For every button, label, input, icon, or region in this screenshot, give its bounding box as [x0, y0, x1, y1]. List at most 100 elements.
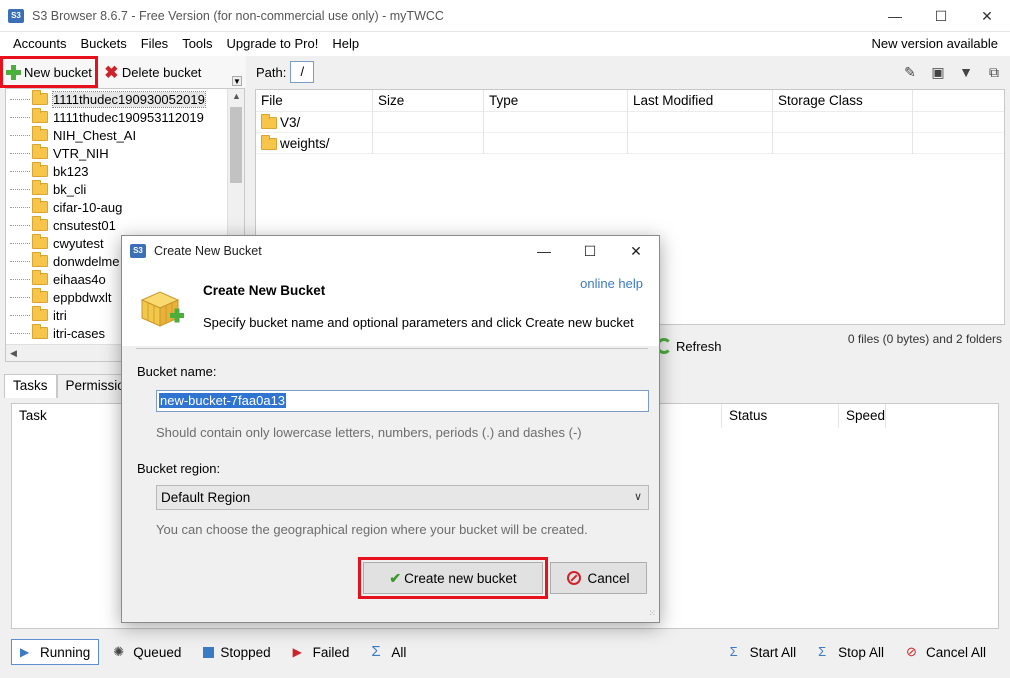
bucket-region-hint: You can choose the geographical region w…: [156, 522, 588, 537]
bucket-item[interactable]: 1111thudec190953112019: [6, 108, 228, 126]
status-bar: ▶ Running ✺ Queued Stopped ▶ Failed Σ Al…: [0, 636, 1010, 668]
menu-files[interactable]: Files: [134, 32, 175, 56]
start-all-icon: Σ: [729, 644, 738, 659]
play-icon: ▶: [20, 645, 30, 659]
folder-icon: [32, 234, 48, 249]
folder-icon: [32, 270, 48, 285]
dialog-heading: Create New Bucket: [203, 283, 326, 298]
filter-all-button[interactable]: Σ All: [363, 639, 414, 665]
app-icon: S3: [130, 244, 146, 258]
scroll-thumb[interactable]: [230, 107, 242, 183]
bucket-toolbar: New bucket ✖ Delete bucket ▼: [0, 56, 246, 88]
failed-icon: ▶: [292, 645, 302, 659]
file-row[interactable]: V3/: [256, 112, 1004, 133]
maximize-button[interactable]: ☐: [918, 0, 964, 32]
column-last-modified[interactable]: Last Modified: [628, 90, 773, 112]
create-bucket-dialog: S3 Create New Bucket — ☐ ✕ Create New Bu…: [121, 235, 660, 623]
new-bucket-button[interactable]: New bucket: [0, 56, 98, 88]
cancel-all-button[interactable]: ⊘ Cancel All: [898, 639, 994, 665]
resize-grip-icon[interactable]: ⁙: [648, 608, 656, 619]
bucket-item[interactable]: 1111thudec190930052019: [6, 90, 228, 108]
dialog-subheading: Specify bucket name and optional paramet…: [203, 315, 634, 330]
filter-failed-button[interactable]: ▶ Failed: [285, 639, 358, 665]
bucket-region-label: Bucket region:: [137, 461, 221, 476]
scroll-left-icon[interactable]: ◀: [10, 348, 17, 359]
filter-queued-button[interactable]: ✺ Queued: [105, 639, 189, 665]
filter-icon[interactable]: ▼: [956, 62, 976, 82]
path-label: Path:: [256, 64, 287, 80]
copy-icon[interactable]: ⧉: [984, 62, 1004, 82]
dialog-header: Create New Bucket Specify bucket name an…: [122, 266, 659, 346]
bucket-item[interactable]: bk123: [6, 162, 228, 180]
bucket-item[interactable]: cnsutest01: [6, 216, 228, 234]
column-file[interactable]: File: [256, 90, 373, 112]
folder-icon: [32, 144, 48, 159]
minimize-button[interactable]: —: [872, 0, 918, 32]
dialog-close-button[interactable]: ✕: [613, 236, 659, 266]
chevron-down-icon: ∨: [633, 491, 642, 503]
column-speed[interactable]: Speed: [839, 404, 886, 428]
bucket-item[interactable]: NIH_Chest_AI: [6, 126, 228, 144]
delete-bucket-button[interactable]: ✖ Delete bucket: [95, 59, 205, 85]
column-type[interactable]: Type: [484, 90, 628, 112]
refresh-button[interactable]: Refresh: [656, 338, 722, 354]
view-icon[interactable]: ▣: [928, 62, 948, 82]
cancel-icon: [567, 571, 582, 585]
bucket-name-input[interactable]: new-bucket-7faa0a13: [156, 390, 649, 412]
stop-all-icon: Σ: [818, 644, 827, 659]
folder-icon: [32, 90, 48, 105]
online-help-link[interactable]: online help: [580, 276, 643, 291]
files-status: 0 files (0 bytes) and 2 folders: [847, 332, 1002, 346]
folder-icon: [32, 108, 48, 123]
bucket-item[interactable]: bk_cli: [6, 180, 228, 198]
bucket-item[interactable]: cifar-10-aug: [6, 198, 228, 216]
close-button[interactable]: ✕: [964, 0, 1010, 32]
new-version-link[interactable]: New version available: [872, 32, 998, 56]
title-bar: S3 S3 Browser 8.6.7 - Free Version (for …: [0, 0, 1010, 32]
new-bucket-label: New bucket: [24, 64, 92, 80]
menu-buckets[interactable]: Buckets: [73, 32, 133, 56]
stop-all-button[interactable]: Σ Stop All: [810, 639, 892, 665]
folder-icon: [32, 324, 48, 339]
file-row[interactable]: weights/: [256, 133, 1004, 154]
dialog-minimize-button[interactable]: —: [521, 236, 567, 266]
checkmark-icon: ✔: [389, 569, 402, 586]
create-new-bucket-button[interactable]: ✔ Create new bucket: [358, 557, 548, 599]
delete-icon: ✖: [104, 62, 119, 82]
plus-icon: [6, 64, 21, 80]
bucket-name-value: new-bucket-7faa0a13: [159, 393, 287, 408]
delete-bucket-label: Delete bucket: [121, 64, 202, 80]
dialog-maximize-button[interactable]: ☐: [567, 236, 613, 266]
menu-bar: Accounts Buckets Files Tools Upgrade to …: [0, 32, 1010, 56]
region-value: Default Region: [161, 490, 251, 505]
column-size[interactable]: Size: [373, 90, 484, 112]
column-storage-class[interactable]: Storage Class: [773, 90, 913, 112]
folder-icon: [32, 252, 48, 267]
path-input[interactable]: /: [290, 61, 315, 83]
path-bar: Path: / ✎ ▣ ▼ ⧉: [252, 56, 1010, 88]
folder-icon: [261, 113, 277, 129]
menu-help[interactable]: Help: [325, 32, 366, 56]
folder-icon: [32, 198, 48, 213]
bucket-item[interactable]: VTR_NIH: [6, 144, 228, 162]
folder-icon: [32, 306, 48, 321]
menu-tools[interactable]: Tools: [175, 32, 219, 56]
menu-upgrade[interactable]: Upgrade to Pro!: [220, 32, 326, 56]
sigma-icon: Σ: [371, 643, 381, 660]
column-status[interactable]: Status: [722, 404, 839, 428]
cancel-button[interactable]: Cancel: [550, 562, 647, 594]
bucket-region-select[interactable]: Default Region ∨: [156, 485, 649, 510]
filter-stopped-button[interactable]: Stopped: [195, 639, 278, 665]
dialog-title: Create New Bucket: [154, 244, 262, 258]
filter-running-button[interactable]: ▶ Running: [11, 639, 100, 665]
start-all-button[interactable]: Σ Start All: [722, 639, 805, 665]
tab-tasks[interactable]: Tasks: [4, 374, 57, 398]
cancel-all-icon: ⊘: [905, 644, 917, 659]
edit-icon[interactable]: ✎: [900, 62, 920, 82]
toolbar-overflow-icon[interactable]: ▼: [232, 76, 242, 86]
bucket-name-label: Bucket name:: [137, 364, 217, 379]
folder-icon: [32, 162, 48, 177]
scroll-up-icon[interactable]: ▲: [232, 91, 241, 101]
menu-accounts[interactable]: Accounts: [6, 32, 73, 56]
dialog-title-bar: S3 Create New Bucket — ☐ ✕: [122, 236, 659, 266]
